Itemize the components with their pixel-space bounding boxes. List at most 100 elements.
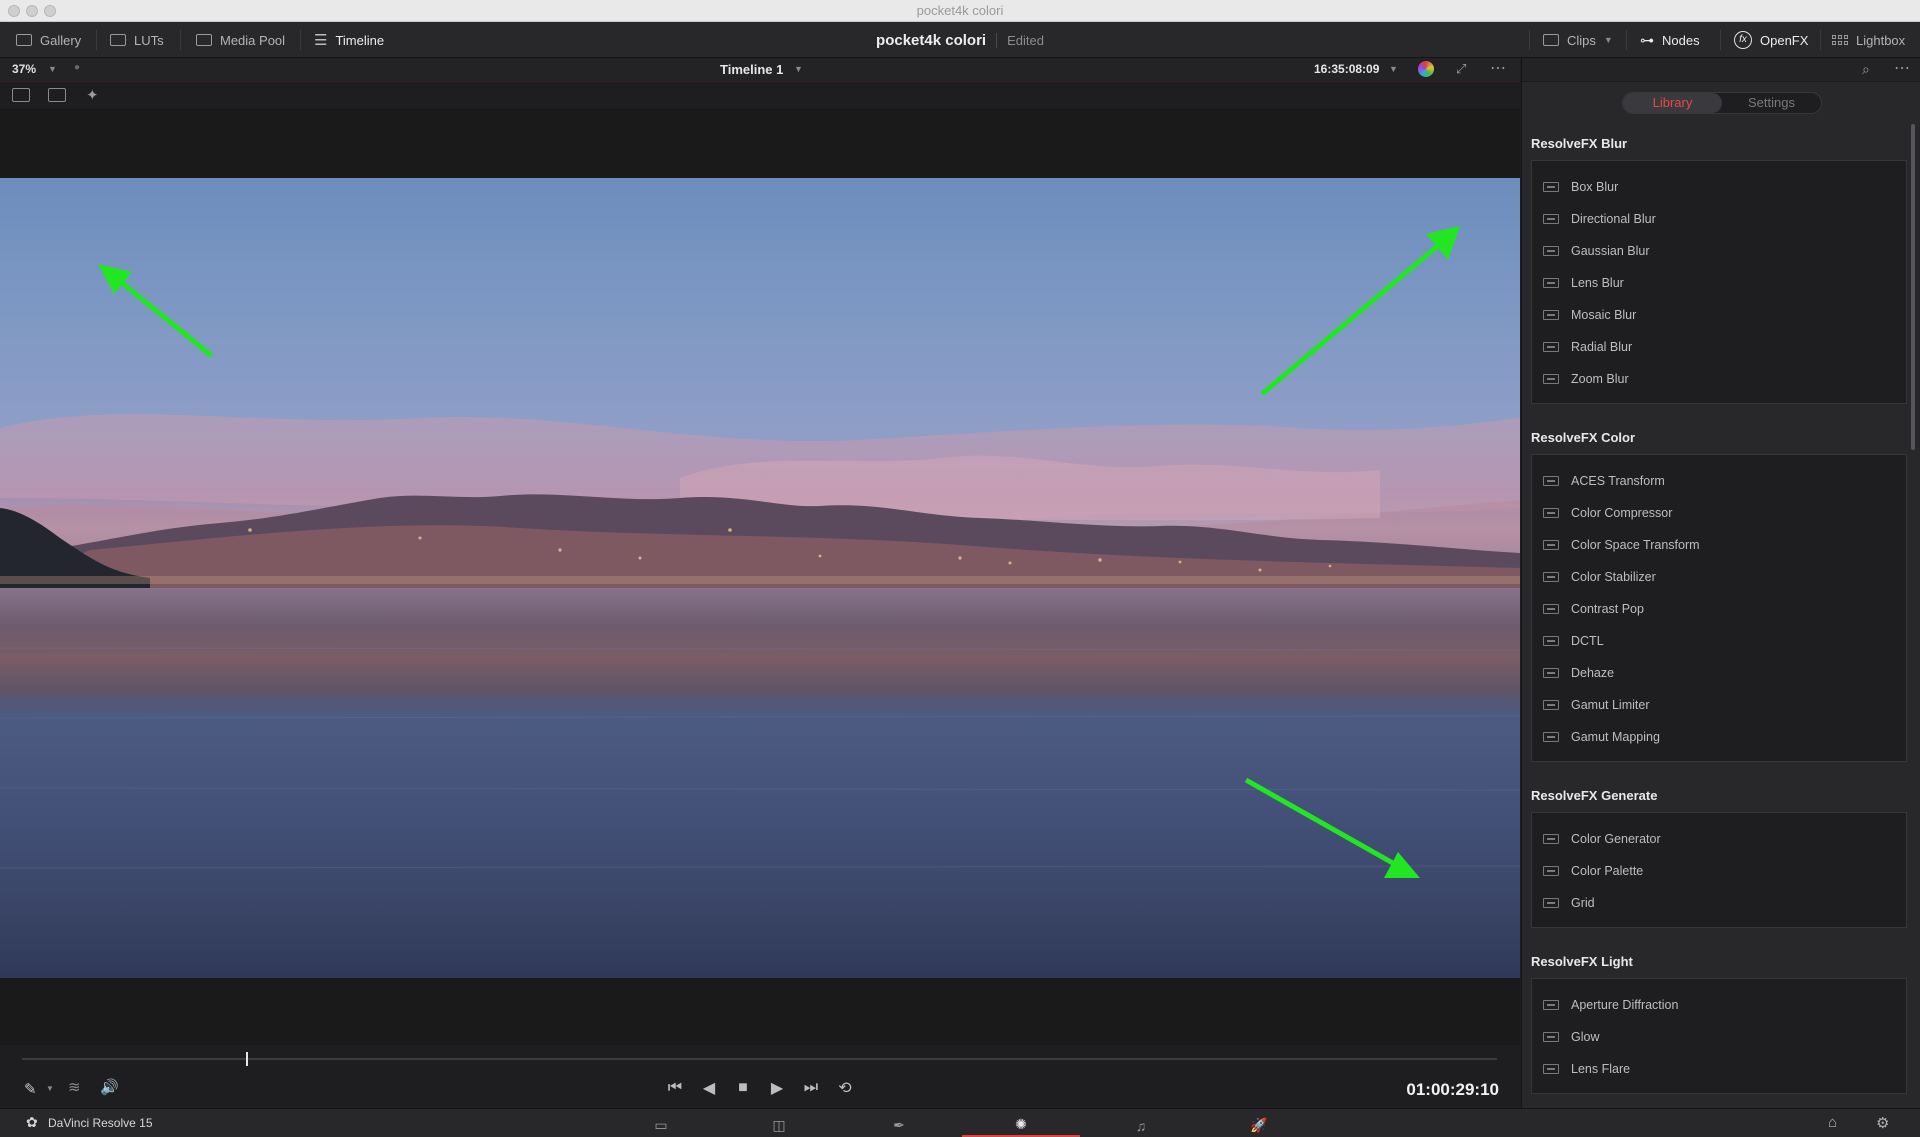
stop-button[interactable]: ■ [731, 1076, 755, 1100]
fx-item[interactable]: Color Generator [1532, 823, 1906, 855]
source-timecode[interactable]: 16:35:08:09 [1314, 62, 1379, 76]
viewer-option-dot-icon[interactable]: ● [74, 62, 80, 73]
fx-item[interactable]: Directional Blur [1532, 203, 1906, 235]
effect-icon [1543, 214, 1559, 224]
toolbar-divider [96, 30, 97, 50]
fx-item[interactable]: Lens Flare [1532, 1053, 1906, 1085]
fx-item-label: Grid [1571, 896, 1595, 910]
luts-button[interactable]: LUTs [100, 22, 174, 58]
effect-icon [1543, 246, 1559, 256]
nodes-label: Nodes [1662, 32, 1700, 48]
split-view-icon[interactable] [48, 88, 66, 102]
app-name: DaVinci Resolve 15 [48, 1116, 153, 1130]
fx-item[interactable]: Zoom Blur [1532, 363, 1906, 395]
fx-item-label: Lens Flare [1571, 1062, 1631, 1076]
fx-item[interactable]: Color Stabilizer [1532, 561, 1906, 593]
transport-controls: ✎ ▼ ≋ 🔊 ⏮ ◀ ■ ▶ ⏭ ⟲ 01:00:29:10 [0, 1068, 1520, 1108]
home-icon[interactable]: ⌂ [1828, 1114, 1837, 1131]
fx-item[interactable]: Color Palette [1532, 855, 1906, 887]
fx-item[interactable]: Color Space Transform [1532, 529, 1906, 561]
chevron-down-icon: ▼ [1603, 35, 1613, 45]
magic-wand-icon[interactable]: ✦ [86, 86, 99, 104]
loop-button[interactable]: ⟲ [833, 1076, 857, 1100]
fx-item-label: Color Palette [1571, 864, 1644, 878]
toolbar-divider [1720, 30, 1721, 50]
media-page-icon[interactable]: ▭ [602, 1113, 720, 1137]
toolbar-divider [1626, 30, 1627, 50]
top-toolbar: Gallery LUTs Media Pool ☰ Timeline pocke… [0, 22, 1920, 58]
fx-item[interactable]: Box Blur [1532, 171, 1906, 203]
effect-icon [1543, 1000, 1559, 1010]
project-status: Edited [996, 32, 1044, 48]
fx-section-box: Box Blur Directional Blur Gaussian Blur Len… [1531, 160, 1907, 404]
lightbox-icon [1832, 35, 1848, 45]
fx-item[interactable]: DCTL [1532, 625, 1906, 657]
chevron-down-icon[interactable]: ▼ [794, 64, 803, 74]
fx-item[interactable]: ACES Transform [1532, 465, 1906, 497]
timeline-scrubber[interactable] [22, 1058, 1497, 1060]
gear-icon[interactable]: ⚙ [1876, 1114, 1889, 1132]
fx-item[interactable]: Lens Blur [1532, 267, 1906, 299]
go-to-start-button[interactable]: ⏮ [663, 1076, 687, 1100]
section-title[interactable]: ResolveFX Generate [1531, 788, 1657, 803]
chevron-down-icon[interactable]: ▼ [48, 64, 57, 74]
viewer-header: 37% ▼ ● Timeline 1 ▼ 16:35:08:09 ▼ ⤢ ⋯ [0, 58, 1520, 82]
fx-item[interactable]: Gamut Mapping [1532, 721, 1906, 753]
fx-item[interactable]: Radial Blur [1532, 331, 1906, 363]
fx-item-label: Gamut Mapping [1571, 730, 1660, 744]
go-to-end-button[interactable]: ⏭ [799, 1076, 823, 1100]
media-pool-button[interactable]: Media Pool [186, 22, 295, 58]
fx-item[interactable]: Color Compressor [1532, 497, 1906, 529]
fx-item-label: Gamut Limiter [1571, 698, 1650, 712]
fx-item[interactable]: Gaussian Blur [1532, 235, 1906, 267]
section-title[interactable]: ResolveFX Color [1531, 430, 1635, 445]
volume-icon[interactable]: 🔊 [100, 1078, 119, 1096]
gallery-button[interactable]: Gallery [6, 22, 91, 58]
fullscreen-icon[interactable]: ⤢ [1456, 61, 1466, 77]
effect-icon [1543, 732, 1559, 742]
reverse-play-button[interactable]: ◀ [697, 1076, 721, 1100]
section-title[interactable]: ResolveFX Light [1531, 954, 1633, 969]
timeline-button[interactable]: ☰ Timeline [304, 22, 394, 58]
resolve-logo-icon: ✿ [26, 1114, 38, 1130]
play-button[interactable]: ▶ [765, 1076, 789, 1100]
chevron-down-icon[interactable]: ▼ [1389, 64, 1398, 74]
color-wheel-icon[interactable] [1418, 61, 1434, 77]
effect-icon [1543, 1032, 1559, 1042]
color-page-icon[interactable]: ✺ [962, 1113, 1080, 1137]
viewer-frame[interactable] [0, 178, 1520, 978]
fx-item-label: Glow [1571, 1030, 1600, 1044]
toolbar-divider [180, 30, 181, 50]
gallery-icon [16, 34, 32, 46]
effect-icon [1543, 310, 1559, 320]
section-title[interactable]: ResolveFX Blur [1531, 136, 1627, 151]
fx-item[interactable]: Contrast Pop [1532, 593, 1906, 625]
more-options-icon[interactable]: ⋯ [1490, 58, 1507, 78]
eyedropper-icon[interactable]: ✎ [24, 1080, 37, 1098]
fairlight-page-icon[interactable]: ♫ [1082, 1113, 1200, 1137]
fx-item-label: Contrast Pop [1571, 602, 1644, 616]
timeline-selector[interactable]: Timeline 1 [720, 62, 783, 77]
nodes-button[interactable]: ⊶ Nodes [1630, 22, 1710, 58]
zoom-level[interactable]: 37% [12, 62, 36, 76]
clips-button[interactable]: Clips ▼ [1533, 22, 1623, 58]
openfx-button[interactable]: fx OpenFX [1724, 22, 1818, 58]
fx-item[interactable]: Mosaic Blur [1532, 299, 1906, 331]
playhead[interactable] [246, 1052, 248, 1066]
deliver-page-icon[interactable]: 🚀 [1200, 1113, 1318, 1137]
effect-icon [1543, 636, 1559, 646]
lightbox-button[interactable]: Lightbox [1822, 22, 1915, 58]
fx-item[interactable]: Grid [1532, 887, 1906, 919]
fusion-page-icon[interactable]: ✒ [840, 1113, 958, 1137]
layers-icon[interactable]: ≋ [68, 1078, 81, 1096]
chevron-down-icon[interactable]: ▼ [46, 1084, 54, 1093]
single-view-icon[interactable] [12, 88, 30, 102]
effect-icon [1543, 898, 1559, 908]
fx-item[interactable]: Dehaze [1532, 657, 1906, 689]
fx-item[interactable]: Gamut Limiter [1532, 689, 1906, 721]
fx-item[interactable]: Glow [1532, 1021, 1906, 1053]
effect-icon [1543, 476, 1559, 486]
timeline-icon: ☰ [314, 32, 328, 49]
fx-item[interactable]: Aperture Diffraction [1532, 989, 1906, 1021]
edit-page-icon[interactable]: ◫ [720, 1113, 838, 1137]
